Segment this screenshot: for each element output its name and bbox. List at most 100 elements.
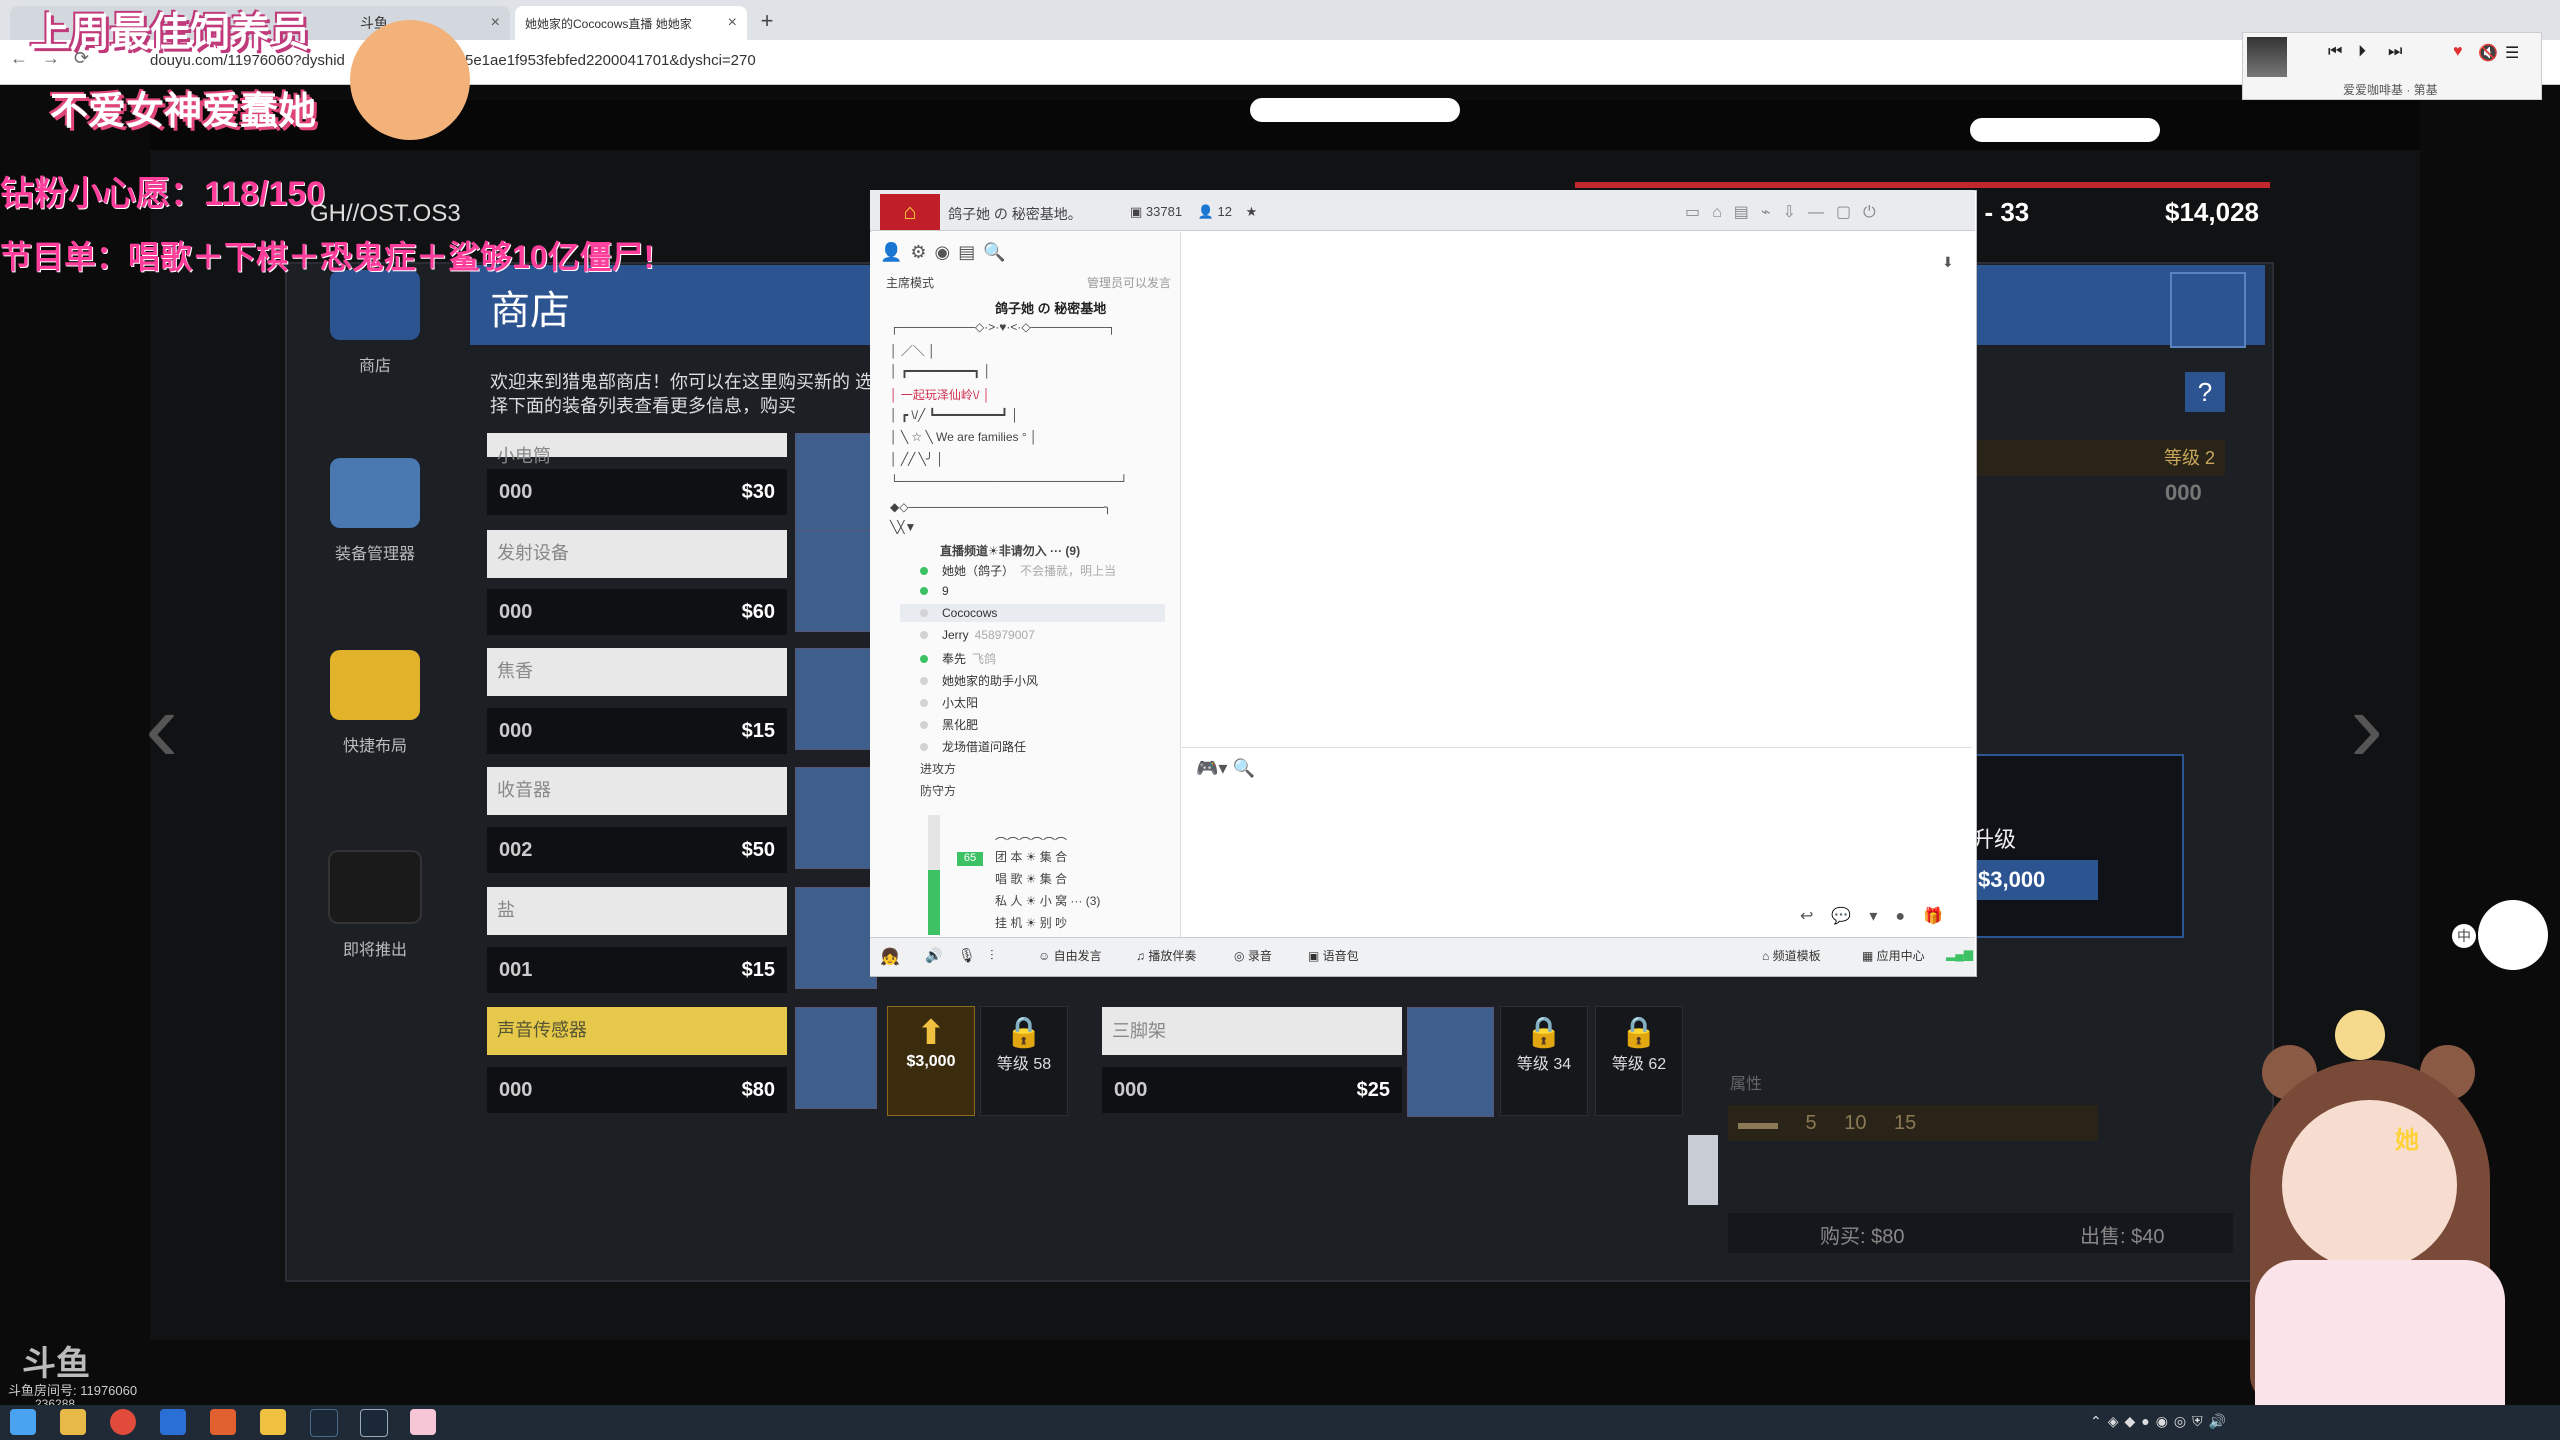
- mic-icon[interactable]: 🎙: [958, 947, 976, 964]
- app-icon[interactable]: [210, 1409, 236, 1435]
- channel-art-line[interactable]: ┌─────────◇·>·♥·<·◇─────────┐: [890, 320, 1116, 334]
- channel-team[interactable]: 团 本 ☀ 集 合: [995, 848, 1067, 865]
- help-button[interactable]: ?: [2185, 372, 2225, 412]
- live-channel[interactable]: 直播频道☀非请勿入 ··· (9): [940, 542, 1080, 559]
- record-button[interactable]: ◎ 录音: [1234, 947, 1272, 964]
- channel-sing[interactable]: 唱 歌 ☀ 集 合: [995, 870, 1067, 887]
- channel-art-line[interactable]: └──────────────────────────┘: [890, 474, 1128, 488]
- channel-art-line[interactable]: │ ／＼ │: [890, 342, 936, 359]
- item-price-row[interactable]: 000 $80: [487, 1067, 787, 1113]
- basket-button[interactable]: [2170, 272, 2246, 348]
- speaker-icon[interactable]: 🔊: [925, 947, 942, 964]
- item-price-row[interactable]: 000 $15: [487, 708, 787, 754]
- incense-item-icon[interactable]: [795, 648, 877, 750]
- close-tab-icon[interactable]: ×: [728, 14, 737, 32]
- arrow-right-icon[interactable]: ›: [2350, 670, 2383, 785]
- member-row[interactable]: 黑化肥: [920, 716, 978, 733]
- locked-tier[interactable]: 🔒 等级 62: [1595, 1006, 1683, 1116]
- star-icon[interactable]: ★: [1246, 204, 1258, 219]
- input-toolbar-icons[interactable]: 🎮▾ 🔍: [1196, 758, 1255, 779]
- channel-private[interactable]: 私 人 ☀ 小 窝 ··· (3): [995, 892, 1100, 909]
- channel-art-line[interactable]: ︵︵︵︵︵︵: [995, 826, 1067, 843]
- item-name[interactable]: 盐: [487, 887, 787, 935]
- channel-title[interactable]: 鸽子她 の 秘密基地: [995, 298, 1106, 317]
- parabolic-mic-item-icon[interactable]: [795, 767, 877, 869]
- item-name[interactable]: 三脚架: [1102, 1007, 1402, 1055]
- member-row[interactable]: 奉先 飞鸽: [920, 650, 996, 667]
- flashlight-item-icon[interactable]: [795, 433, 877, 535]
- sell-price[interactable]: 出售: $40: [2080, 1220, 2164, 1249]
- chat-mode-select[interactable]: 主席模式: [886, 274, 934, 291]
- channel-defend[interactable]: 防守方: [920, 782, 956, 799]
- member-row[interactable]: 她她（鸽子） 不会播就，明上当: [920, 562, 1116, 579]
- download-icon[interactable]: ⬇: [1942, 254, 1954, 271]
- sidebar-item-equipment[interactable]: 装备管理器: [300, 458, 450, 564]
- channel-art-line[interactable]: │ ┏━━━━━━━━━┓ │: [890, 364, 991, 378]
- member-row[interactable]: Cococows: [920, 606, 997, 620]
- shop-scrollbar[interactable]: [1688, 1135, 1718, 1205]
- free-speak-button[interactable]: ☺ 自由发言: [1038, 947, 1102, 964]
- item-price-row[interactable]: 000 $25: [1102, 1067, 1402, 1113]
- system-tray[interactable]: ⌃◈◆●◉◎⛨🔊: [2090, 1413, 2232, 1430]
- channel-toolbar[interactable]: 👤⚙◉▤🔍: [880, 242, 1014, 263]
- mixer-icon[interactable]: ⫶: [990, 947, 994, 964]
- home-icon[interactable]: ⌂: [880, 194, 940, 230]
- item-name[interactable]: 焦香: [487, 648, 787, 696]
- steam-icon[interactable]: [360, 1409, 388, 1437]
- item-name[interactable]: 小电筒: [487, 433, 787, 467]
- channel-afk[interactable]: 挂 机 ☀ 别 吵: [995, 914, 1067, 931]
- sound-sensor-item-icon[interactable]: [795, 1007, 877, 1109]
- buy-price[interactable]: 购买: $80: [1820, 1220, 1904, 1249]
- play-music-button[interactable]: ♫ 播放伴奏: [1136, 947, 1196, 964]
- salt-item-icon[interactable]: [795, 887, 877, 989]
- item-name[interactable]: 收音器: [487, 767, 787, 815]
- item-price-row[interactable]: 000 $60: [487, 589, 787, 635]
- member-row[interactable]: 小太阳: [920, 694, 978, 711]
- app-icon[interactable]: [160, 1409, 186, 1435]
- app-icon[interactable]: [310, 1409, 338, 1437]
- browser-tab-stream[interactable]: 她她家的Cococows直播 她她家 ×: [515, 6, 747, 40]
- app-center-button[interactable]: ▦ 应用中心: [1862, 947, 1925, 964]
- locked-tier[interactable]: 🔒 等级 34: [1500, 1006, 1588, 1116]
- new-tab-button[interactable]: +: [752, 6, 782, 36]
- channel-art-line[interactable]: │ ╲ ☆ ╲ We are families ° │: [890, 430, 1037, 444]
- channel-template-button[interactable]: ⌂ 频道模板: [1762, 947, 1821, 964]
- arrow-left-icon[interactable]: ‹: [145, 670, 178, 785]
- member-row[interactable]: 她她家的助手小风: [920, 672, 1038, 689]
- play-icon[interactable]: ⏵: [2358, 43, 2366, 61]
- send-options-icons[interactable]: ↩💬▾●🎁: [1800, 906, 1961, 926]
- heart-icon[interactable]: ♥: [2453, 43, 2463, 61]
- upgrade-buy-button[interactable]: ⬆ $3,000: [887, 1006, 975, 1116]
- windows-start-icon[interactable]: [10, 1409, 36, 1435]
- item-price-row[interactable]: 002 $50: [487, 827, 787, 873]
- channel-art-line[interactable]: ╲╳▼: [890, 520, 916, 534]
- next-icon[interactable]: ⏭: [2388, 43, 2402, 61]
- previous-icon[interactable]: ⏮: [2328, 43, 2342, 61]
- upgrade-button[interactable]: $3,000: [1972, 860, 2098, 900]
- emf-item-icon[interactable]: [795, 530, 877, 632]
- app-icon[interactable]: [260, 1409, 286, 1435]
- item-name-selected[interactable]: 声音传感器: [487, 1007, 787, 1055]
- channel-art-line[interactable]: │ ┏ \/╱ ┗━━━━━━━━━┛ │: [890, 408, 1019, 422]
- avatar[interactable]: 👧: [880, 947, 900, 967]
- member-row[interactable]: 9: [920, 584, 949, 598]
- channel-art-line[interactable]: ◆◇───────────────────────╮: [890, 500, 1111, 514]
- playlist-icon[interactable]: ☰: [2505, 43, 2519, 63]
- sidebar-item-shop[interactable]: 商店: [300, 270, 450, 376]
- url-text-right[interactable]: 5e1ae1f953febfed2200041701&dyshci=270: [465, 52, 965, 72]
- app-icon[interactable]: [410, 1409, 436, 1435]
- member-row[interactable]: Jerry 458979007: [920, 628, 1035, 642]
- explorer-icon[interactable]: [60, 1409, 86, 1435]
- sidebar-item-quick-layout[interactable]: 快捷布局: [300, 650, 450, 756]
- member-row[interactable]: 龙场借道问路任: [920, 738, 1026, 755]
- mute-icon[interactable]: 🔇: [2478, 43, 2498, 63]
- item-price-row[interactable]: 000 $30: [487, 469, 787, 515]
- close-tab-icon[interactable]: ×: [491, 14, 500, 32]
- item-price-row[interactable]: 001 $15: [487, 947, 787, 993]
- channel-art-line[interactable]: │ 一起玩泽仙岭\/ │: [890, 386, 990, 403]
- locked-tier[interactable]: 🔒 等级 58: [980, 1006, 1068, 1116]
- tripod-item-icon[interactable]: [1407, 1007, 1494, 1117]
- sidebar-item-coming-soon[interactable]: 即将推出: [300, 850, 450, 960]
- voice-pack-button[interactable]: ▣ 语音包: [1308, 947, 1359, 964]
- channel-attack[interactable]: 进攻方: [920, 760, 956, 777]
